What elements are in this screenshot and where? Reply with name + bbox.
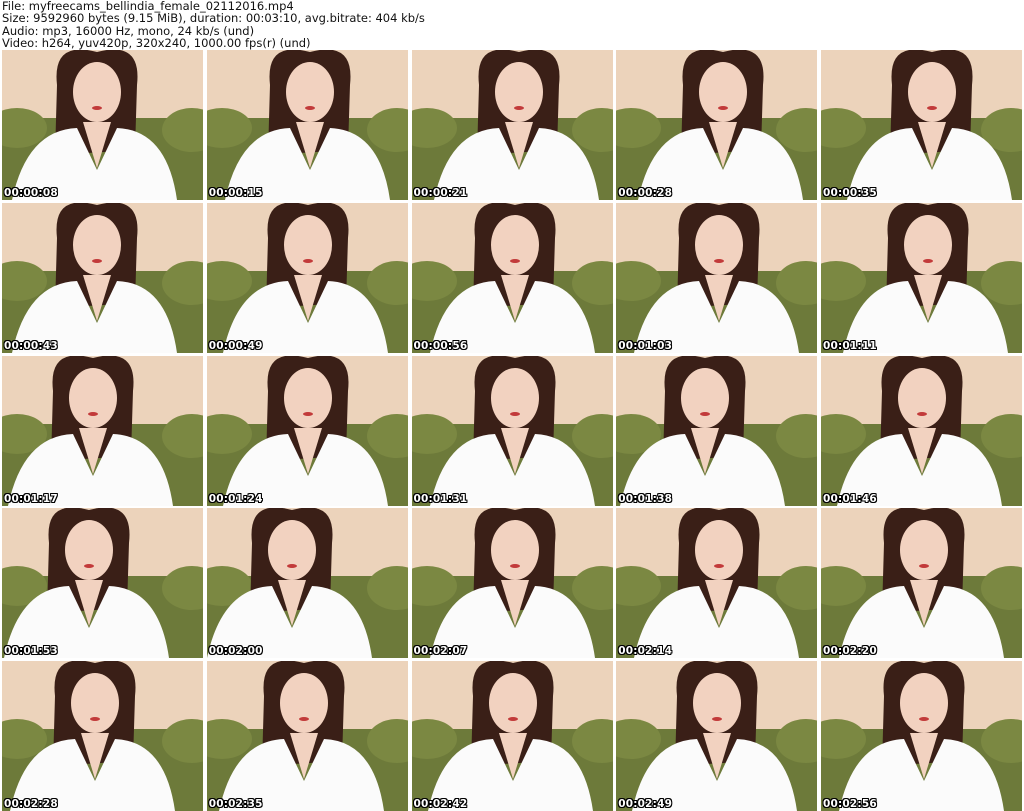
thumbnail-timestamp: 00:02:20: [823, 645, 877, 658]
thumbnail-timestamp: 00:00:21: [413, 187, 468, 199]
frame-image: [821, 202, 1022, 353]
video-thumbnail: 00:00:21: [411, 50, 613, 200]
frame-image: [616, 355, 818, 506]
video-thumbnail: 00:00:08: [2, 50, 203, 200]
frame-image: [2, 50, 203, 200]
video-thumbnail: 00:00:28: [616, 50, 818, 200]
frame-image: [411, 50, 613, 200]
video-thumbnail: 00:01:53: [2, 508, 203, 659]
thumbnail-timestamp: 00:00:43: [4, 339, 58, 352]
thumbnail-timestamp: 00:01:53: [4, 645, 58, 658]
frame-image: [206, 202, 408, 353]
thumbnail-timestamp: 00:00:15: [208, 187, 263, 199]
video-thumbnail: 00:01:38: [616, 355, 818, 506]
frame-image: [411, 661, 613, 811]
thumbnail-timestamp: 00:02:07: [413, 645, 468, 658]
thumbnail-timestamp: 00:01:46: [823, 492, 877, 505]
frame-image: [411, 355, 613, 506]
thumbnail-timestamp: 00:00:56: [413, 339, 468, 352]
thumbnail-timestamp: 00:00:08: [4, 187, 58, 199]
frame-image: [206, 661, 408, 811]
thumbnail-timestamp: 00:01:11: [823, 339, 877, 352]
frame-image: [206, 355, 408, 506]
frame-image: [206, 508, 408, 659]
video-thumbnail: 00:00:35: [821, 50, 1022, 200]
frame-image: [411, 202, 613, 353]
frame-image: [616, 661, 818, 811]
frame-image: [821, 50, 1022, 200]
thumbnail-timestamp: 00:02:14: [618, 645, 673, 658]
frame-image: [821, 508, 1022, 659]
video-thumbnail: 00:02:00: [206, 508, 408, 659]
frame-image: [616, 50, 818, 200]
frame-image: [616, 508, 818, 659]
frame-image: [2, 355, 203, 506]
thumbnail-timestamp: 00:02:35: [208, 798, 263, 810]
video-thumbnail: 00:02:28: [2, 661, 203, 811]
thumbnail-timestamp: 00:02:49: [618, 798, 673, 810]
thumbnail-timestamp: 00:02:42: [413, 798, 468, 810]
file-size-line: Size: 9592960 bytes (9.15 MiB), duration…: [2, 11, 425, 26]
video-thumbnail: 00:01:46: [821, 355, 1022, 506]
file-info-header: File: myfreecams_bellindia_female_021120…: [2, 0, 1022, 50]
video-thumbnail: 00:00:43: [2, 202, 203, 353]
thumbnail-timestamp: 00:00:28: [618, 187, 673, 199]
thumbnail-grid: 00:00:08 00:00:15 00:00:21 00:00:28 00:00:35…: [0, 50, 1024, 811]
thumbnail-timestamp: 00:02:00: [208, 645, 263, 658]
thumbnail-timestamp: 00:01:38: [618, 492, 673, 505]
frame-image: [616, 202, 818, 353]
video-thumbnail: 00:02:56: [821, 661, 1022, 811]
video-info-line: Video: h264, yuv420p, 320x240, 1000.00 f…: [2, 36, 311, 51]
thumbnail-timestamp: 00:01:03: [618, 339, 673, 352]
video-thumbnail: 00:01:11: [821, 202, 1022, 353]
thumbnail-timestamp: 00:01:24: [208, 492, 263, 505]
video-thumbnail: 00:02:49: [616, 661, 818, 811]
thumbnail-timestamp: 00:00:49: [208, 339, 263, 352]
frame-image: [821, 355, 1022, 506]
thumbnail-timestamp: 00:02:56: [823, 798, 877, 810]
frame-image: [821, 661, 1022, 811]
frame-image: [2, 508, 203, 659]
thumbnail-timestamp: 00:01:17: [4, 492, 58, 505]
video-thumbnail: 00:02:42: [411, 661, 613, 811]
thumbnail-timestamp: 00:02:28: [4, 798, 58, 810]
video-thumbnail: 00:01:24: [206, 355, 408, 506]
video-thumbnail: 00:02:14: [616, 508, 818, 659]
video-thumbnail: 00:00:15: [206, 50, 408, 200]
frame-image: [2, 661, 203, 811]
video-thumbnail: 00:02:35: [206, 661, 408, 811]
frame-image: [206, 50, 408, 200]
video-thumbnail: 00:02:20: [821, 508, 1022, 659]
video-thumbnail: 00:01:03: [616, 202, 818, 353]
thumbnail-timestamp: 00:01:31: [413, 492, 468, 505]
video-thumbnail: 00:02:07: [411, 508, 613, 659]
frame-image: [2, 202, 203, 353]
thumbnail-timestamp: 00:00:35: [823, 187, 877, 199]
video-thumbnail: 00:01:31: [411, 355, 613, 506]
video-thumbnail: 00:00:56: [411, 202, 613, 353]
video-thumbnail: 00:00:49: [206, 202, 408, 353]
video-thumbnail: 00:01:17: [2, 355, 203, 506]
frame-image: [411, 508, 613, 659]
